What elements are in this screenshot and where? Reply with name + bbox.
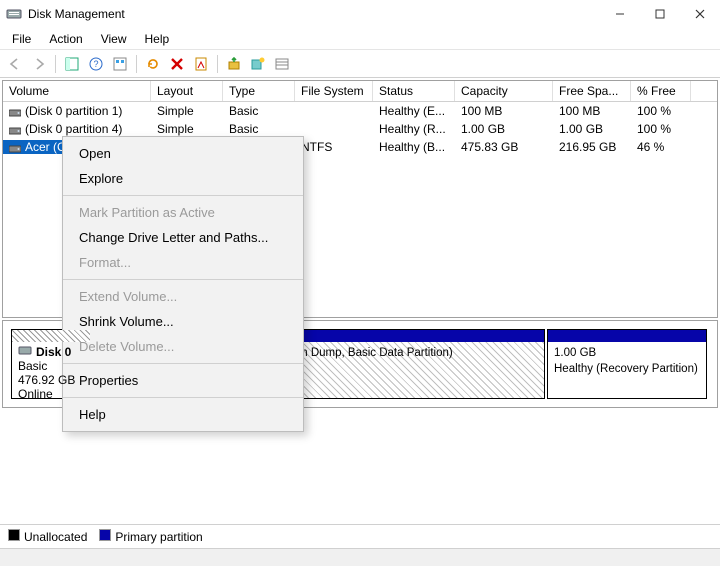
window-controls bbox=[600, 0, 720, 28]
properties-button[interactable] bbox=[190, 53, 212, 75]
disk-type: Basic bbox=[18, 359, 84, 373]
volume-icon bbox=[9, 125, 21, 135]
volume-type: Basic bbox=[223, 104, 295, 118]
close-button[interactable] bbox=[680, 0, 720, 28]
menu-action[interactable]: Action bbox=[41, 30, 90, 48]
menu-file[interactable]: File bbox=[4, 30, 39, 48]
partition-header-bar bbox=[548, 330, 706, 342]
col-layout[interactable]: Layout bbox=[151, 81, 223, 101]
volume-free: 216.95 GB bbox=[553, 140, 631, 154]
volume-icon bbox=[9, 107, 21, 117]
context-menu: OpenExplore Mark Partition as ActiveChang… bbox=[62, 136, 304, 432]
context-menu-item[interactable]: Shrink Volume... bbox=[63, 309, 303, 334]
app-icon bbox=[6, 6, 22, 22]
volume-layout: Simple bbox=[151, 122, 223, 136]
volume-fs: NTFS bbox=[295, 140, 373, 154]
menubar: File Action View Help bbox=[0, 28, 720, 50]
col-filesystem[interactable]: File System bbox=[295, 81, 373, 101]
volume-pctfree: 46 % bbox=[631, 140, 691, 154]
volume-status: Healthy (E... bbox=[373, 104, 455, 118]
volume-capacity: 1.00 GB bbox=[455, 122, 553, 136]
partition-size: 1.00 GB bbox=[554, 346, 700, 362]
legend-primary: Primary partition bbox=[99, 529, 202, 544]
swatch-unallocated bbox=[8, 529, 20, 541]
back-button[interactable] bbox=[4, 53, 26, 75]
toolbar: ? bbox=[0, 50, 720, 78]
swatch-primary bbox=[99, 529, 111, 541]
volume-name: (Disk 0 partition 4) bbox=[25, 122, 122, 136]
disk-icon bbox=[18, 344, 32, 359]
separator bbox=[217, 55, 218, 73]
context-menu-item: Mark Partition as Active bbox=[63, 200, 303, 225]
context-menu-separator bbox=[63, 279, 303, 280]
context-menu-item: Delete Volume... bbox=[63, 334, 303, 359]
volume-pctfree: 100 % bbox=[631, 104, 691, 118]
disk-size: 476.92 GB bbox=[18, 373, 84, 387]
show-hide-tree-button[interactable] bbox=[61, 53, 83, 75]
context-menu-item[interactable]: Help bbox=[63, 402, 303, 427]
context-menu-item[interactable]: Change Drive Letter and Paths... bbox=[63, 225, 303, 250]
volume-list-header: Volume Layout Type File System Status Ca… bbox=[3, 81, 717, 102]
wizard-button[interactable] bbox=[247, 53, 269, 75]
list-view-button[interactable] bbox=[271, 53, 293, 75]
forward-button[interactable] bbox=[28, 53, 50, 75]
settings-button[interactable] bbox=[109, 53, 131, 75]
maximize-button[interactable] bbox=[640, 0, 680, 28]
volume-capacity: 475.83 GB bbox=[455, 140, 553, 154]
separator bbox=[55, 55, 56, 73]
volume-free: 100 MB bbox=[553, 104, 631, 118]
refresh-button[interactable] bbox=[142, 53, 164, 75]
context-menu-separator bbox=[63, 363, 303, 364]
menu-view[interactable]: View bbox=[93, 30, 135, 48]
statusbar bbox=[0, 548, 720, 566]
disk-title: Disk 0 bbox=[36, 345, 71, 359]
context-menu-item[interactable]: Properties bbox=[63, 368, 303, 393]
col-pctfree[interactable]: % Free bbox=[631, 81, 691, 101]
partition[interactable]: 1.00 GBHealthy (Recovery Partition) bbox=[547, 329, 707, 399]
disk-label[interactable]: Disk 0 Basic 476.92 GB Online bbox=[11, 329, 91, 399]
window-title: Disk Management bbox=[28, 7, 600, 21]
col-status[interactable]: Status bbox=[373, 81, 455, 101]
volume-capacity: 100 MB bbox=[455, 104, 553, 118]
volume-pctfree: 100 % bbox=[631, 122, 691, 136]
help-button[interactable]: ? bbox=[85, 53, 107, 75]
volume-status: Healthy (R... bbox=[373, 122, 455, 136]
context-menu-separator bbox=[63, 195, 303, 196]
volume-row[interactable]: (Disk 0 partition 1) SimpleBasic Healthy (… bbox=[3, 102, 717, 120]
legend: Unallocated Primary partition bbox=[0, 524, 720, 548]
volume-icon bbox=[9, 143, 21, 153]
context-menu-item[interactable]: Explore bbox=[63, 166, 303, 191]
context-menu-item: Format... bbox=[63, 250, 303, 275]
menu-help[interactable]: Help bbox=[137, 30, 178, 48]
volume-type: Basic bbox=[223, 122, 295, 136]
titlebar: Disk Management bbox=[0, 0, 720, 28]
col-type[interactable]: Type bbox=[223, 81, 295, 101]
col-free[interactable]: Free Spa... bbox=[553, 81, 631, 101]
volume-free: 1.00 GB bbox=[553, 122, 631, 136]
disk-state: Online bbox=[18, 387, 84, 401]
volume-name: (Disk 0 partition 1) bbox=[25, 104, 122, 118]
svg-text:?: ? bbox=[93, 59, 98, 69]
context-menu-separator bbox=[63, 397, 303, 398]
col-capacity[interactable]: Capacity bbox=[455, 81, 553, 101]
minimize-button[interactable] bbox=[600, 0, 640, 28]
context-menu-item[interactable]: Open bbox=[63, 141, 303, 166]
rescan-button[interactable] bbox=[223, 53, 245, 75]
col-volume[interactable]: Volume bbox=[3, 81, 151, 101]
legend-unallocated: Unallocated bbox=[8, 529, 87, 544]
partition-status: Healthy (Recovery Partition) bbox=[554, 362, 700, 378]
separator bbox=[136, 55, 137, 73]
delete-button[interactable] bbox=[166, 53, 188, 75]
context-menu-item: Extend Volume... bbox=[63, 284, 303, 309]
volume-layout: Simple bbox=[151, 104, 223, 118]
volume-status: Healthy (B... bbox=[373, 140, 455, 154]
